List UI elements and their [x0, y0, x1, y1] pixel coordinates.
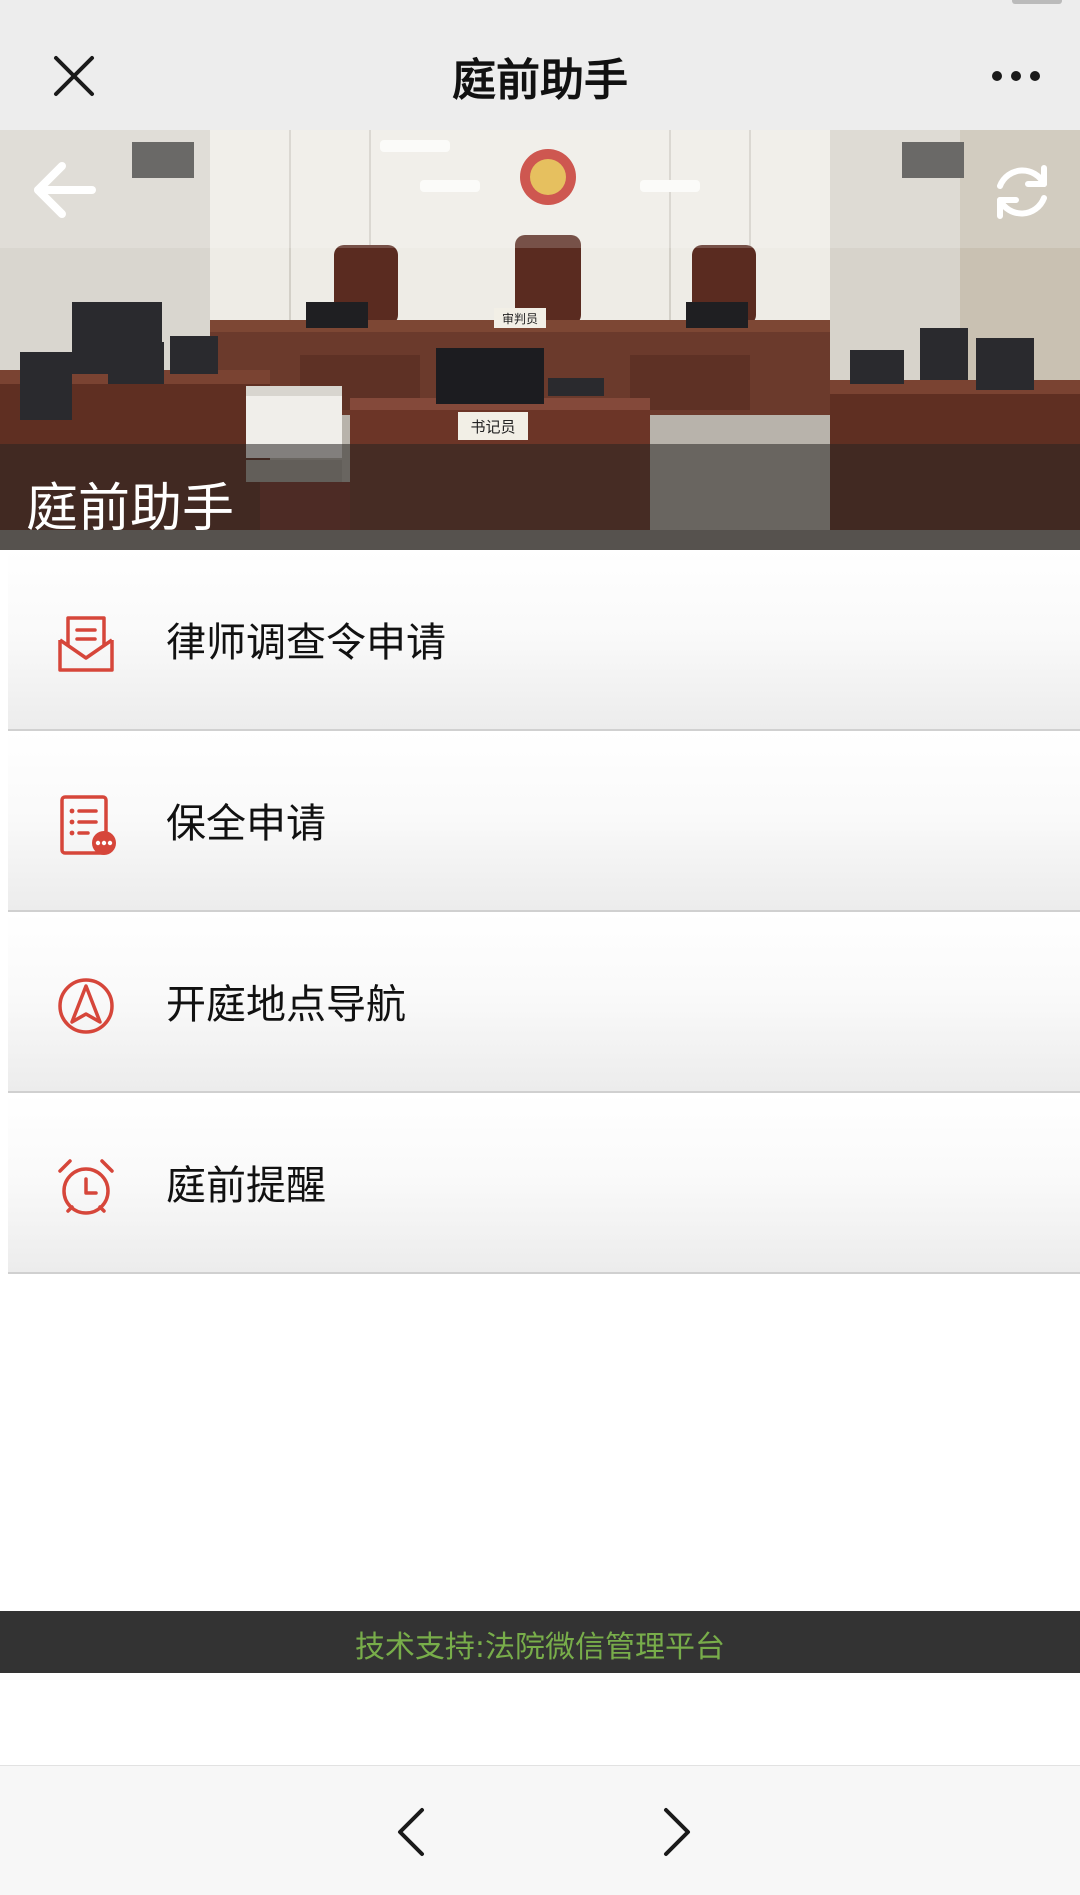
refresh-icon	[997, 165, 1047, 219]
nav-forward-button[interactable]	[652, 1804, 702, 1860]
page-title: 庭前助手	[452, 55, 628, 106]
menu-item-lawyer-investigation[interactable]: 律师调查令申请	[8, 550, 1080, 731]
alarm-clock-icon	[58, 1159, 114, 1215]
nav-back-button[interactable]	[386, 1804, 436, 1860]
hero-toolbar	[0, 130, 1080, 248]
refresh-button[interactable]	[986, 156, 1058, 228]
menu-item-court-navigation[interactable]: 开庭地点导航	[8, 912, 1080, 1093]
battery-icon	[1012, 0, 1062, 4]
menu-item-label: 保全申请	[166, 801, 326, 847]
arrow-left-icon	[34, 162, 96, 218]
menu-item-preservation[interactable]: 保全申请	[8, 731, 1080, 912]
menu-item-label: 庭前提醒	[166, 1163, 326, 1209]
menu-list: 律师调查令申请 保全申请 开庭地点导航 庭前提醒	[8, 550, 1080, 1274]
menu-item-label: 开庭地点导航	[166, 982, 406, 1028]
more-dots-icon	[992, 71, 1040, 81]
status-bar	[0, 0, 1080, 12]
menu-item-pretrial-reminder[interactable]: 庭前提醒	[8, 1093, 1080, 1274]
envelope-document-icon	[58, 616, 114, 672]
more-button[interactable]	[986, 46, 1046, 106]
title-bar: 庭前助手	[0, 12, 1080, 130]
menu-item-label: 律师调查令申请	[166, 620, 446, 666]
judge-sign: 审判员	[502, 311, 538, 326]
navigation-icon	[58, 978, 114, 1034]
bottom-nav	[0, 1765, 1080, 1895]
tech-support-text: 技术支持:法院微信管理平台	[354, 1630, 726, 1665]
back-button[interactable]	[28, 158, 104, 222]
hero-caption: 庭前助手	[0, 444, 1080, 550]
chevron-right-icon	[664, 1808, 690, 1856]
form-list-icon	[60, 795, 116, 855]
hero-banner: 审判员 书记员 庭前助手	[0, 130, 1080, 550]
footer-bar: 技术支持:法院微信管理平台	[0, 1611, 1080, 1673]
chevron-left-icon	[398, 1808, 424, 1856]
clerk-sign: 书记员	[470, 418, 515, 436]
hero-title: 庭前助手	[26, 479, 235, 539]
